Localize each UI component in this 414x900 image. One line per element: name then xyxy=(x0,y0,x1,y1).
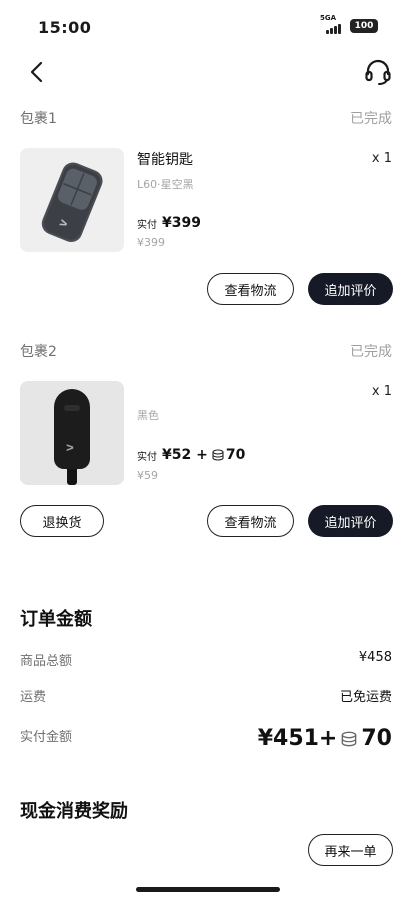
package-status: 已完成 xyxy=(350,111,392,127)
product-original-price: ¥59 xyxy=(137,469,158,482)
package-label: 包裹2 xyxy=(20,344,57,360)
paid-amount-label: 实付金额 xyxy=(20,730,73,745)
home-indicator[interactable] xyxy=(136,887,280,892)
key-case-image: ᐳ xyxy=(20,381,124,485)
product-name: 智能钥匙 xyxy=(137,152,193,168)
product-paid-price: 实付 ¥52 + 70 xyxy=(137,447,245,463)
package-2-header: 包裹2 已完成 xyxy=(20,341,392,361)
shipping-value: 已免运费 xyxy=(339,690,392,705)
paid-coins: 70 xyxy=(225,447,246,463)
package-status: 已完成 xyxy=(350,344,392,360)
view-logistics-button[interactable]: 查看物流 xyxy=(207,505,294,537)
add-review-button[interactable]: 追加评价 xyxy=(308,273,393,305)
battery-icon: 100 xyxy=(350,19,378,33)
return-exchange-button[interactable]: 退换货 xyxy=(20,505,104,537)
product-quantity: x 1 xyxy=(371,151,392,166)
headset-icon xyxy=(365,59,391,85)
paid-amount-coins: 70 xyxy=(361,726,392,751)
back-icon xyxy=(30,61,43,83)
svg-text:ᐳ: ᐳ xyxy=(66,444,74,454)
coin-icon xyxy=(341,731,357,747)
goods-total-label: 商品总额 xyxy=(20,654,73,669)
customer-service-button[interactable] xyxy=(362,56,394,88)
product-image-key-case[interactable]: ᐳ xyxy=(20,381,124,485)
network-label: 5GA xyxy=(320,14,337,22)
shipping-label: 运费 xyxy=(20,690,47,705)
back-button[interactable] xyxy=(24,58,52,86)
paid-amount: ¥52 + xyxy=(162,447,208,463)
order-amount-title: 订单金额 xyxy=(20,609,92,630)
package-label: 包裹1 xyxy=(20,111,57,127)
product-variant: 黑色 xyxy=(137,409,159,422)
status-bar: 15:00 5GA 100 xyxy=(0,0,414,52)
product-original-price: ¥399 xyxy=(137,236,165,249)
product-paid-price: 实付 ¥399 xyxy=(137,215,201,231)
goods-total-value: ¥458 xyxy=(358,650,392,665)
view-logistics-button[interactable]: 查看物流 xyxy=(207,273,294,305)
product-variant: L60·星空黑 xyxy=(137,178,194,191)
signal-icon: 5GA xyxy=(320,14,344,34)
package-1-header: 包裹1 已完成 xyxy=(20,108,392,128)
cash-reward-title: 现金消费奖励 xyxy=(20,801,128,822)
paid-amount-total: ¥451+ 70 xyxy=(258,726,392,751)
paid-amount-value: ¥451+ xyxy=(257,726,338,751)
paid-prefix: 实付 xyxy=(137,451,157,463)
product-image-smart-key[interactable]: ᐳ xyxy=(20,148,124,252)
goods-total-row: 商品总额 ¥458 xyxy=(20,650,392,672)
shipping-row: 运费 已免运费 xyxy=(20,686,392,708)
smart-key-image: ᐳ xyxy=(20,148,124,252)
product-quantity: x 1 xyxy=(371,384,392,399)
top-nav xyxy=(0,52,414,92)
reorder-button[interactable]: 再来一单 xyxy=(308,834,393,866)
paid-amount: ¥399 xyxy=(162,215,201,231)
coin-icon xyxy=(212,449,224,461)
add-review-button[interactable]: 追加评价 xyxy=(308,505,393,537)
paid-prefix: 实付 xyxy=(137,219,157,231)
status-time: 15:00 xyxy=(38,18,92,37)
